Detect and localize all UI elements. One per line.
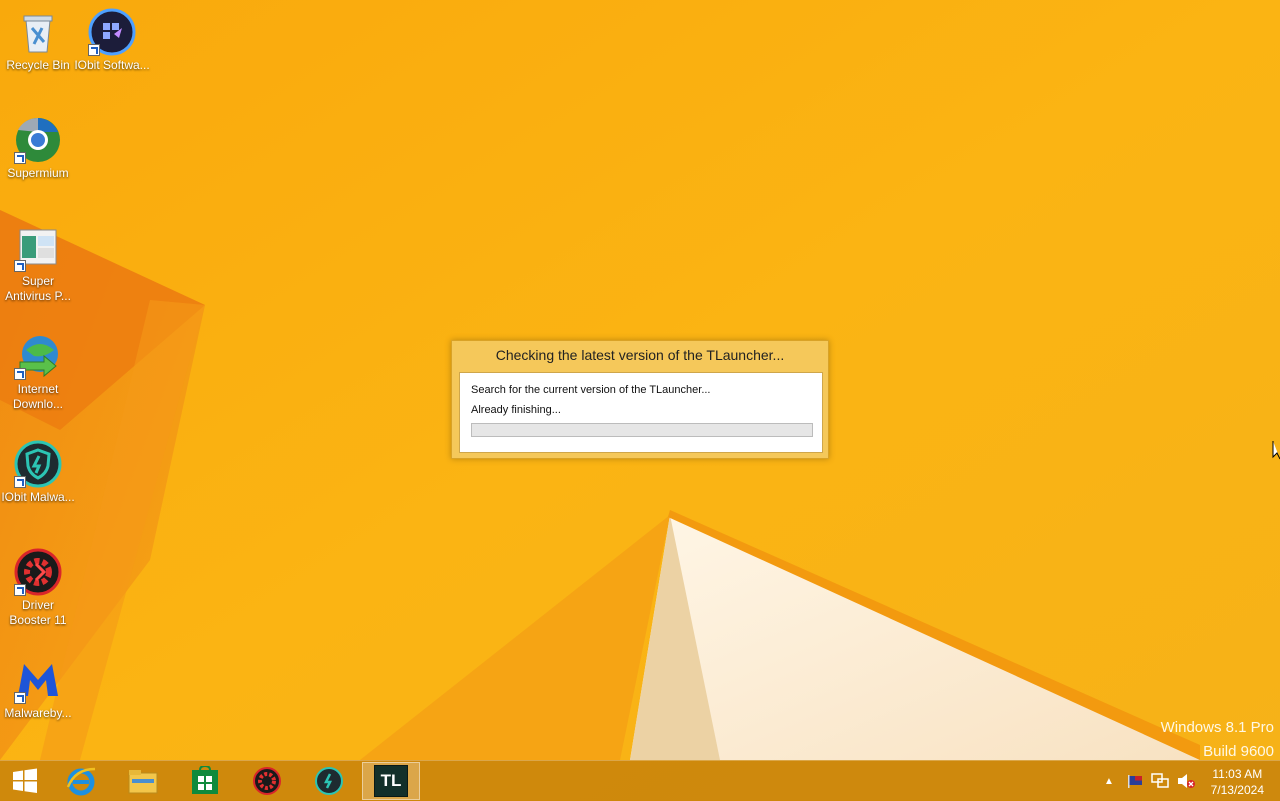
system-tray: ▲	[1104, 761, 1196, 801]
desktop-icon-super-antivirus[interactable]: Super Antivirus P...	[0, 224, 76, 304]
network-icon[interactable]	[1150, 772, 1170, 790]
start-windows-icon	[13, 768, 37, 793]
desktop-icon-label: Internet Downlo...	[12, 382, 64, 411]
desktop-icon-driver-booster[interactable]: Driver Booster 11	[0, 548, 76, 628]
progress-bar	[471, 423, 813, 437]
start-button[interactable]	[0, 762, 50, 800]
driver-booster-icon	[14, 548, 62, 596]
internet-download-manager-icon	[14, 332, 62, 380]
internet-explorer-icon	[66, 767, 96, 796]
taskbar-tlauncher[interactable]: TL	[362, 762, 420, 800]
shortcut-arrow-icon	[14, 260, 26, 272]
clock-time: 11:03 AM	[1212, 767, 1263, 781]
malwarebytes-icon	[14, 656, 62, 704]
shortcut-arrow-icon	[14, 152, 26, 164]
iobit-software-updater-icon	[88, 8, 136, 56]
desktop-icon-malwarebytes[interactable]: Malwareby...	[0, 656, 76, 721]
iobit-malware-fighter-icon	[315, 767, 343, 795]
dialog-substatus-text: Already finishing...	[471, 404, 561, 416]
dialog-title: Checking the latest version of the TLaun…	[495, 347, 785, 363]
super-antivirus-icon	[14, 224, 62, 272]
taskbar-file-explorer[interactable]	[114, 762, 172, 800]
recycle-bin-icon	[14, 8, 62, 56]
dialog-status-text: Search for the current version of the TL…	[471, 384, 711, 396]
windows-store-icon	[192, 766, 218, 794]
desktop-icon-recycle-bin[interactable]: Recycle Bin	[0, 8, 76, 73]
shortcut-arrow-icon	[14, 368, 26, 380]
desktop-icon-label: IObit Malwa...	[1, 490, 75, 504]
file-explorer-icon	[128, 770, 158, 794]
desktop-icon-label: Driver Booster 11	[9, 598, 67, 627]
desktop-icon-label: Malwareby...	[4, 706, 72, 720]
desktop-icon-iobit-malware-fighter[interactable]: IObit Malwa...	[0, 440, 76, 505]
taskbar-clock[interactable]: 11:03 AM 7/13/2024	[1211, 766, 1264, 798]
driver-booster-icon	[253, 767, 281, 795]
desktop-icon-label: Recycle Bin	[6, 58, 70, 72]
show-hidden-icons-chevron-icon[interactable]: ▲	[1104, 776, 1114, 787]
dialog-body: Search for the current version of the TL…	[459, 372, 823, 453]
desktop-icon-label: IObit Softwa...	[74, 58, 150, 72]
taskbar-windows-store[interactable]	[176, 762, 234, 800]
desktop-icon-internet-download-manager[interactable]: Internet Downlo...	[0, 332, 76, 412]
taskbar-driver-booster[interactable]	[238, 762, 296, 800]
shortcut-arrow-icon	[88, 44, 100, 56]
flag-icon[interactable]	[1126, 773, 1144, 789]
volume-muted-icon[interactable]	[1176, 772, 1196, 790]
tlauncher-update-dialog[interactable]: Checking the latest version of the TLaun…	[451, 340, 829, 459]
tlauncher-icon: TL	[374, 765, 408, 797]
shortcut-arrow-icon	[14, 476, 26, 488]
iobit-malware-fighter-icon	[14, 440, 62, 488]
mouse-cursor-icon	[1272, 441, 1280, 460]
shortcut-arrow-icon	[14, 692, 26, 704]
desktop-icon-label: Super Antivirus P...	[5, 274, 71, 303]
desktop-icon-supermium[interactable]: Supermium	[0, 116, 76, 181]
watermark-edition: Windows 8.1 Pro	[1160, 719, 1274, 736]
clock-date: 7/13/2024	[1210, 783, 1264, 797]
windows-version-watermark: Windows 8.1 Pro Build 9600	[1161, 716, 1274, 764]
desktop-icon-label: Supermium	[7, 166, 69, 180]
tlauncher-icon-label: TL	[380, 771, 402, 790]
desktop-icon-iobit-software-updater[interactable]: IObit Softwa...	[74, 8, 150, 73]
shortcut-arrow-icon	[14, 584, 26, 596]
taskbar: TL ▲ 11:03 AM 7/13/2024	[0, 760, 1280, 801]
taskbar-internet-explorer[interactable]	[52, 762, 110, 800]
taskbar-iobit-malware-fighter[interactable]	[300, 762, 358, 800]
supermium-browser-icon	[14, 116, 62, 164]
